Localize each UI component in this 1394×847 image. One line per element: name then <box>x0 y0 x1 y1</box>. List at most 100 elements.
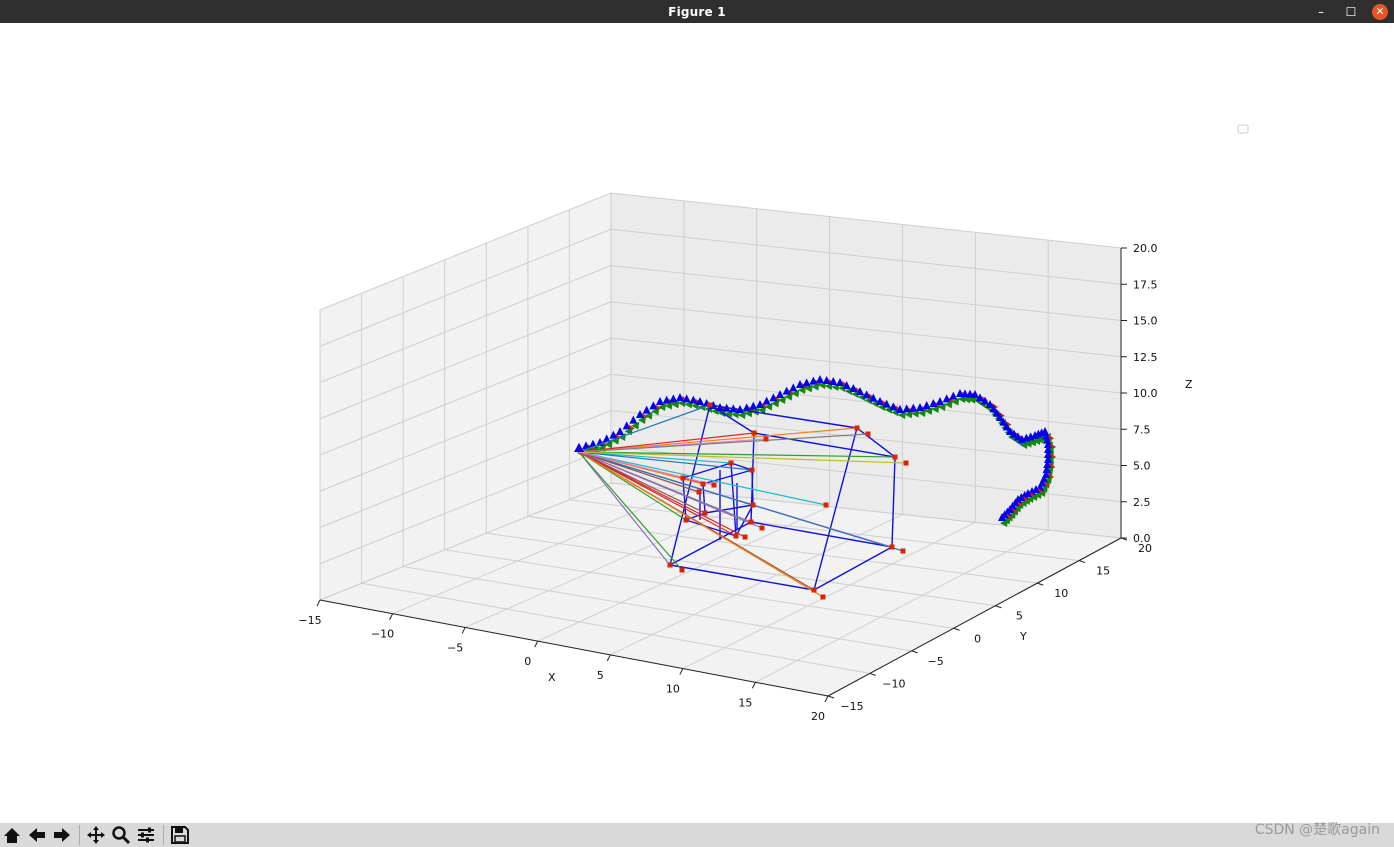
y-tick-label: 5 <box>1016 610 1023 623</box>
z-axis-label: Z <box>1185 378 1193 391</box>
projected-point <box>679 567 685 573</box>
x-tick-label: 10 <box>666 683 680 696</box>
x-tick <box>824 695 829 703</box>
toolbar-separator <box>163 825 164 845</box>
projected-point <box>763 436 769 442</box>
close-icon: ✕ <box>1375 5 1385 18</box>
magnifier-icon <box>112 826 131 845</box>
x-axis-label: X <box>548 671 556 684</box>
projected-point <box>707 402 713 408</box>
z-tick-label: 0.0 <box>1133 532 1151 545</box>
z-tick-label: 5.0 <box>1133 460 1151 473</box>
window-title: Figure 1 <box>668 4 726 19</box>
x-tick <box>316 599 321 607</box>
z-tick-label: 20.0 <box>1133 242 1158 255</box>
z-tick-label: 2.5 <box>1133 496 1151 509</box>
projected-point <box>667 562 673 568</box>
z-tick-label: 10.0 <box>1133 387 1158 400</box>
projected-point <box>748 519 754 525</box>
y-tick <box>911 650 918 654</box>
minimize-button[interactable]: – <box>1312 3 1330 21</box>
maximize-button[interactable]: ☐ <box>1342 3 1360 21</box>
projected-point <box>750 502 756 508</box>
z-tick-label: 12.5 <box>1133 351 1158 364</box>
projected-point <box>903 460 909 466</box>
y-tick-label: −5 <box>928 655 944 668</box>
projected-point <box>696 489 702 495</box>
configure-button[interactable] <box>134 824 158 846</box>
arrow-right-icon <box>54 828 70 842</box>
close-button[interactable]: ✕ <box>1372 3 1388 20</box>
figure-canvas[interactable]: −15 −10 −5 0 5 10 15 20 −15 −10 −5 0 5 10 15 20 0.0 2.5 5.… <box>0 23 1394 823</box>
x-tick <box>461 627 466 634</box>
y-tick <box>1078 560 1086 564</box>
projected-point <box>820 594 826 600</box>
move-icon <box>87 826 105 844</box>
projected-point <box>892 454 898 460</box>
x-tick <box>751 682 756 689</box>
y-tick-label: −10 <box>882 677 905 690</box>
projected-point <box>749 467 755 473</box>
sliders-icon <box>138 827 154 843</box>
x-tick-label: 20 <box>811 710 825 723</box>
z-tick-label: 15.0 <box>1133 315 1158 328</box>
projected-point <box>759 525 765 531</box>
legend-box <box>1237 124 1249 134</box>
projected-point <box>733 533 739 539</box>
window-controls: – ☐ ✕ <box>1312 0 1388 23</box>
projected-point <box>702 510 708 516</box>
toolbar-separator <box>79 825 80 845</box>
z-tick-label: 7.5 <box>1133 423 1151 436</box>
y-tick <box>869 672 877 676</box>
arrow-left-icon <box>29 828 45 842</box>
csdn-watermark: CSDN @楚歌again <box>1254 822 1380 838</box>
projected-point <box>751 430 757 436</box>
forward-button[interactable] <box>50 824 74 846</box>
y-axis-label: Y <box>1019 630 1027 643</box>
projected-point <box>728 460 734 466</box>
pan-button[interactable] <box>84 824 108 846</box>
x-tick <box>534 640 539 648</box>
x-tick-label: −5 <box>447 641 463 654</box>
minimize-icon: – <box>1318 4 1324 19</box>
x-tick-label: 15 <box>738 696 752 709</box>
back-button[interactable] <box>25 824 49 846</box>
x-tick-label: −15 <box>298 614 321 627</box>
z-tick-label: 17.5 <box>1133 278 1158 291</box>
small-cube-edge <box>751 469 754 506</box>
y-tick <box>953 627 960 631</box>
projected-point <box>889 544 895 550</box>
y-tick <box>995 605 1002 609</box>
floppy-disk-icon <box>171 826 189 844</box>
y-tick <box>1037 582 1044 586</box>
x-tick <box>389 613 394 620</box>
projected-point <box>900 548 906 554</box>
window-titlebar: Figure 1 – ☐ ✕ <box>0 0 1394 23</box>
y-tick-label: −15 <box>840 700 863 713</box>
x-tick-label: 5 <box>597 669 604 682</box>
home-button[interactable] <box>0 824 24 846</box>
projected-point <box>711 482 717 488</box>
home-icon <box>4 828 20 843</box>
projected-point <box>742 534 748 540</box>
projected-point <box>865 431 871 437</box>
projected-point <box>854 425 860 431</box>
y-tick <box>827 695 835 699</box>
y-tick-label: 10 <box>1054 587 1068 600</box>
save-button[interactable] <box>168 824 192 846</box>
axes-panes <box>320 193 1121 696</box>
x-tick-label: 0 <box>524 655 531 668</box>
maximize-icon: ☐ <box>1345 4 1357 19</box>
x-tick <box>679 668 684 675</box>
projected-point <box>683 517 689 523</box>
zoom-button[interactable] <box>109 824 133 846</box>
plot-3d[interactable]: −15−10−505101520−15−10−5051015200.02.55.… <box>0 23 1394 823</box>
projected-point <box>700 481 706 487</box>
x-tick-label: −10 <box>371 628 394 641</box>
matplotlib-toolbar <box>0 823 1394 847</box>
projected-point <box>811 587 817 593</box>
projected-point <box>680 475 686 481</box>
projected-point <box>823 502 829 508</box>
y-tick-label: 15 <box>1096 565 1110 578</box>
y-tick-label: 0 <box>974 632 981 645</box>
